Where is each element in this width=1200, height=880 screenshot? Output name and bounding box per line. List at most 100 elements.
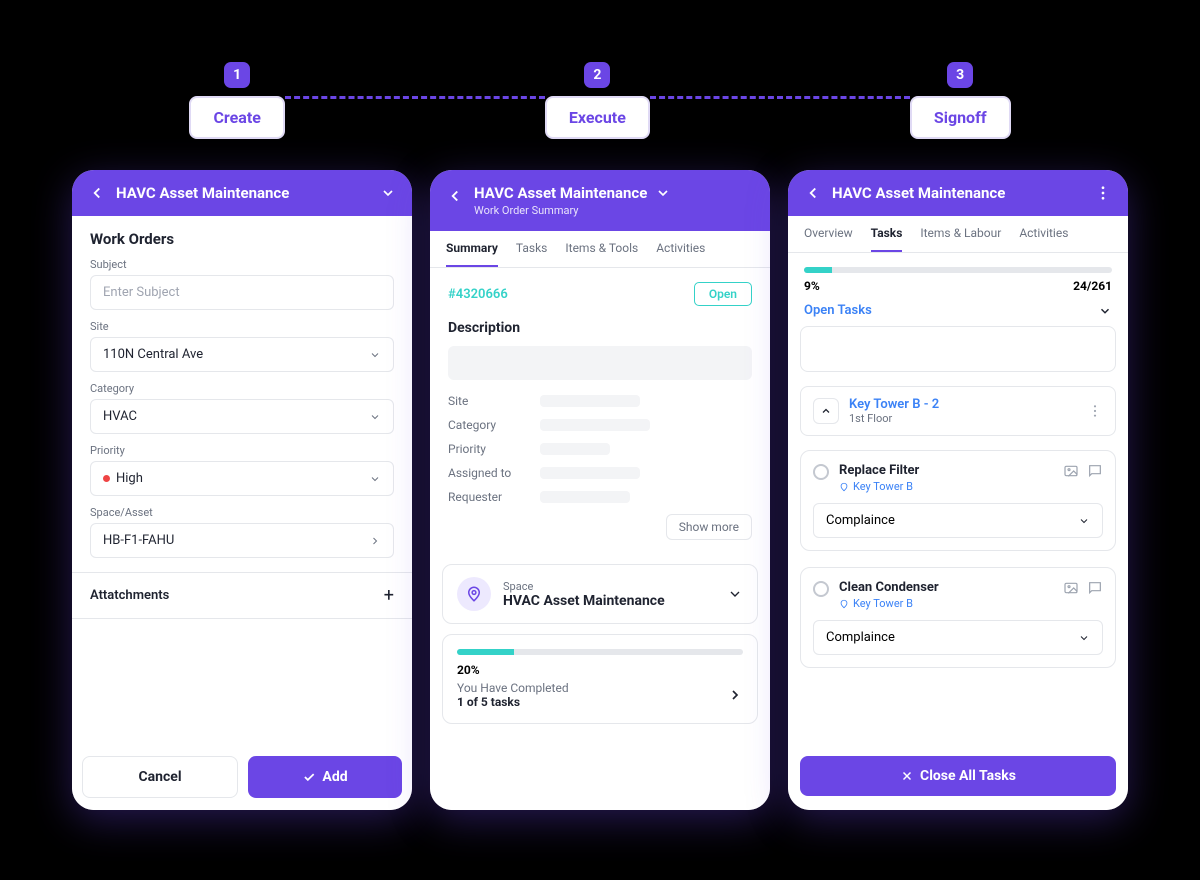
meta-skeleton <box>540 443 610 455</box>
tab-overview[interactable]: Overview <box>804 226 853 252</box>
chevron-down-icon <box>727 586 743 602</box>
meta-label: Priority <box>448 442 528 456</box>
chevron-down-icon[interactable] <box>380 185 396 201</box>
subject-placeholder: Enter Subject <box>103 285 180 300</box>
location-pin-icon <box>457 577 491 611</box>
chevron-down-icon <box>1098 304 1112 318</box>
tabs: Summary Tasks Items & Tools Activities <box>430 231 770 268</box>
back-icon[interactable] <box>88 184 106 202</box>
check-icon <box>302 770 316 784</box>
step-number: 3 <box>947 62 973 88</box>
progress-bar <box>804 267 1112 273</box>
compliance-value: Complaince <box>826 630 895 645</box>
back-icon[interactable] <box>804 184 822 202</box>
comment-icon[interactable] <box>1087 463 1103 479</box>
screen-title: HAVC Asset Maintenance <box>832 184 1084 202</box>
tab-activities[interactable]: Activities <box>1019 226 1068 252</box>
tabs: Overview Tasks Items & Labour Activities <box>788 216 1128 253</box>
chevron-down-icon <box>1078 515 1090 527</box>
tab-tasks[interactable]: Tasks <box>871 226 903 252</box>
space-card[interactable]: Space HVAC Asset Maintenance <box>442 564 758 624</box>
task-title: Clean Condenser <box>839 580 1053 595</box>
progress-percent: 20% <box>457 663 743 677</box>
task-group-header[interactable]: Key Tower B - 2 1st Floor <box>800 386 1116 436</box>
space-title: HVAC Asset Maintenance <box>503 593 715 609</box>
close-all-tasks-button[interactable]: Close All Tasks <box>800 756 1116 796</box>
screen-header: HAVC Asset Maintenance Work Order Summar… <box>430 170 770 231</box>
progress-counter: 24/261 <box>1073 279 1112 293</box>
tab-items-labour[interactable]: Items & Labour <box>920 226 1001 252</box>
step-connector <box>650 96 910 99</box>
priority-dot-icon <box>103 475 110 482</box>
step-number: 2 <box>584 62 610 88</box>
chevron-down-icon[interactable] <box>655 185 671 201</box>
chevron-down-icon <box>369 411 381 423</box>
collapse-button[interactable] <box>813 398 839 424</box>
space-asset-value: HB-F1-FAHU <box>103 533 174 548</box>
task-title: Replace Filter <box>839 463 1053 478</box>
progress-tasks: 1 of 5 tasks <box>457 695 569 709</box>
field-label: Priority <box>90 444 394 457</box>
progress-card[interactable]: 20% You Have Completed 1 of 5 tasks <box>442 634 758 724</box>
create-screen: HAVC Asset Maintenance Work Orders Subje… <box>72 170 412 810</box>
step-connector <box>285 96 545 99</box>
open-tasks-toggle[interactable]: Open Tasks <box>804 303 1112 318</box>
tab-summary[interactable]: Summary <box>446 241 498 267</box>
group-subtitle: 1st Floor <box>849 412 1077 425</box>
location-pin-icon <box>839 482 849 492</box>
group-title: Key Tower B - 2 <box>849 397 1077 412</box>
screen-header: HAVC Asset Maintenance <box>788 170 1128 216</box>
more-vertical-icon[interactable] <box>1094 184 1112 202</box>
workflow-steps: 1 Create 2 Execute 3 Signoff <box>0 62 1200 139</box>
plus-icon[interactable]: + <box>384 585 394 606</box>
step-label: Execute <box>545 96 650 139</box>
comment-icon[interactable] <box>1087 580 1103 596</box>
meta-skeleton <box>540 419 650 431</box>
description-skeleton <box>448 346 752 380</box>
screen-title: HAVC Asset Maintenance <box>116 184 370 202</box>
add-button-label: Add <box>322 769 347 785</box>
progress-percent: 9% <box>804 279 820 293</box>
compliance-select[interactable]: Complaince <box>813 620 1103 655</box>
meta-skeleton <box>540 491 630 503</box>
execute-screen: HAVC Asset Maintenance Work Order Summar… <box>430 170 770 810</box>
progress-caption: You Have Completed <box>457 681 569 695</box>
cancel-button[interactable]: Cancel <box>82 756 238 798</box>
image-icon[interactable] <box>1063 580 1079 596</box>
attachments-row[interactable]: Attatchments + <box>72 572 412 619</box>
category-select[interactable]: HVAC <box>90 399 394 434</box>
more-vertical-icon[interactable] <box>1087 403 1103 419</box>
description-heading: Description <box>448 320 752 336</box>
tab-tasks[interactable]: Tasks <box>516 241 548 267</box>
meta-label: Site <box>448 394 528 408</box>
step-execute: 2 Execute <box>545 62 650 139</box>
screen-subtitle: Work Order Summary <box>474 204 754 217</box>
meta-skeleton <box>540 467 640 479</box>
site-select[interactable]: 110N Central Ave <box>90 337 394 372</box>
chevron-right-icon <box>727 687 743 703</box>
work-order-id: #4320666 <box>448 287 508 302</box>
priority-select[interactable]: High <box>90 461 394 496</box>
attachments-label: Attatchments <box>90 588 169 603</box>
close-icon <box>900 769 914 783</box>
image-icon[interactable] <box>1063 463 1079 479</box>
space-asset-select[interactable]: HB-F1-FAHU <box>90 523 394 558</box>
subject-input[interactable]: Enter Subject <box>90 275 394 310</box>
close-all-label: Close All Tasks <box>920 768 1016 784</box>
chevron-right-icon <box>369 535 381 547</box>
field-label: Site <box>90 320 394 333</box>
add-button[interactable]: Add <box>248 756 402 798</box>
task-item: Replace Filter Key Tower B Complaince <box>800 450 1116 551</box>
tab-items-tools[interactable]: Items & Tools <box>565 241 638 267</box>
compliance-select[interactable]: Complaince <box>813 503 1103 538</box>
tab-activities[interactable]: Activities <box>656 241 705 267</box>
task-radio[interactable] <box>813 581 829 597</box>
back-icon[interactable] <box>446 187 464 205</box>
progress-bar <box>457 649 743 655</box>
site-value: 110N Central Ave <box>103 347 203 362</box>
task-radio[interactable] <box>813 464 829 480</box>
show-more-button[interactable]: Show more <box>666 514 752 540</box>
step-number: 1 <box>224 62 250 88</box>
field-label: Subject <box>90 258 394 271</box>
meta-label: Assigned to <box>448 466 528 480</box>
